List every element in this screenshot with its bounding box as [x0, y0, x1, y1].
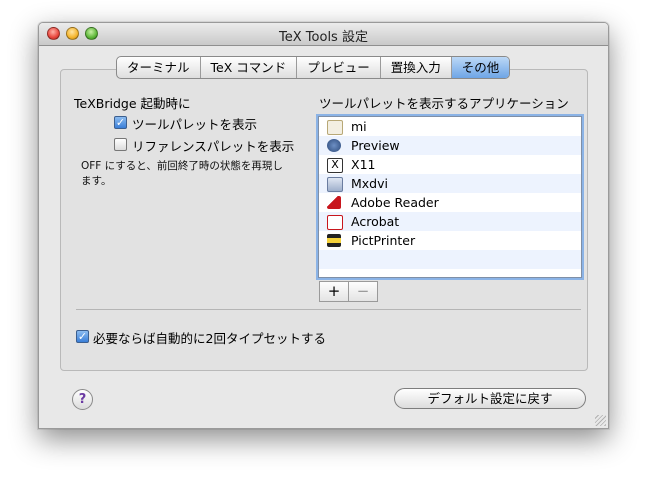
show-reference-palette-checkbox[interactable] [114, 138, 127, 151]
show-tool-palette-checkbox[interactable]: ✓ [114, 116, 127, 129]
checkmark-icon: ✓ [77, 330, 88, 343]
window-title: TeX Tools 設定 [279, 30, 368, 45]
apps-heading: ツールパレットを表示するアプリケーション [319, 96, 569, 111]
x11-app-icon: X [327, 158, 343, 173]
empty-list-row [319, 250, 581, 269]
tab-terminal[interactable]: ターミナル [117, 57, 201, 78]
application-list[interactable]: mi Preview X X11 Mxdvi Adobe Reader Acro… [318, 116, 582, 278]
checkmark-icon: ✓ [115, 116, 126, 129]
list-item[interactable]: mi [319, 117, 581, 136]
list-item-label: Adobe Reader [351, 195, 439, 210]
resize-grip[interactable] [595, 415, 606, 426]
list-item[interactable]: PictPrinter [319, 231, 581, 250]
list-item[interactable]: Preview [319, 136, 581, 155]
preview-app-icon [327, 139, 341, 152]
list-item[interactable]: Acrobat [319, 212, 581, 231]
pictprinter-icon [327, 234, 341, 247]
list-item[interactable]: Mxdvi [319, 174, 581, 193]
title-bar[interactable]: TeX Tools 設定 [39, 23, 608, 46]
auto-typeset-checkbox[interactable]: ✓ [76, 330, 89, 343]
tab-preview[interactable]: プレビュー [297, 57, 381, 78]
remove-application-button[interactable]: − [348, 281, 378, 302]
mi-app-icon [327, 120, 343, 135]
auto-typeset-label[interactable]: 必要ならば自動的に2回タイプセットする [93, 328, 326, 347]
separator [76, 309, 581, 310]
palette-note: OFF にすると、前回終了時の状態を再現します。 [81, 160, 283, 187]
tab-tex-command[interactable]: TeX コマンド [201, 57, 298, 78]
show-reference-palette-label[interactable]: リファレンスパレットを表示 [132, 136, 294, 155]
list-item-label: Preview [351, 138, 400, 153]
tab-replace-input[interactable]: 置換入力 [381, 57, 452, 78]
list-item[interactable]: X X11 [319, 155, 581, 174]
settings-window: TeX Tools 設定 ターミナル TeX コマンド プレビュー 置換入力 そ… [38, 22, 609, 429]
help-button[interactable]: ? [72, 389, 93, 410]
tab-other[interactable]: その他 [451, 57, 510, 78]
list-item-label: Mxdvi [351, 176, 388, 191]
show-tool-palette-label[interactable]: ツールパレットを表示 [132, 114, 257, 133]
adobe-reader-icon [327, 196, 341, 209]
texbridge-heading: TeXBridge 起動時に [74, 96, 191, 111]
list-item-label: mi [351, 119, 367, 134]
mxdvi-app-icon [327, 177, 343, 192]
list-item-label: PictPrinter [351, 233, 416, 248]
acrobat-icon [327, 215, 343, 230]
add-application-button[interactable]: + [319, 281, 349, 302]
list-item[interactable]: Adobe Reader [319, 193, 581, 212]
reset-defaults-button[interactable]: デフォルト設定に戻す [394, 388, 586, 409]
tab-bar: ターミナル TeX コマンド プレビュー 置換入力 その他 [116, 56, 511, 79]
list-item-label: Acrobat [351, 214, 400, 229]
list-item-label: X11 [351, 157, 376, 172]
